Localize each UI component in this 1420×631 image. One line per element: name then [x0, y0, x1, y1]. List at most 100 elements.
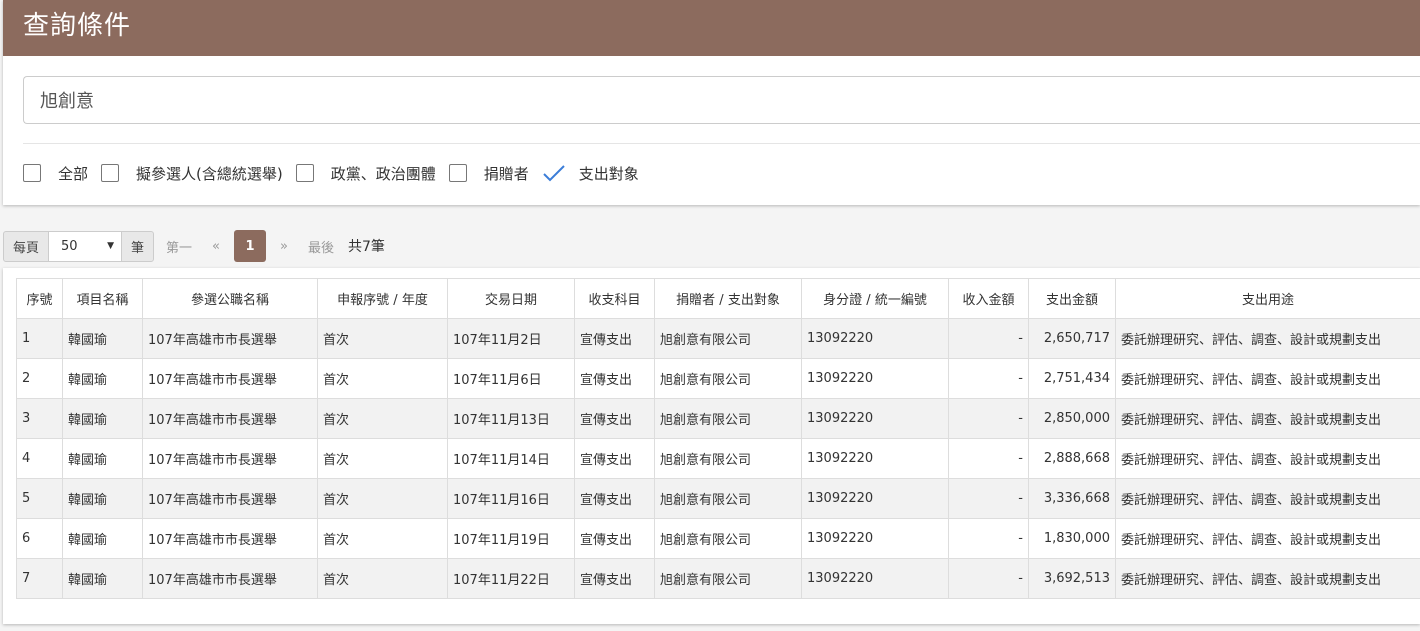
cell-purpose: 委託辦理研究、評估、調查、設計或規劃支出	[1115, 318, 1420, 359]
cell-expense: 2,650,717	[1028, 318, 1116, 359]
cell-report: 首次	[317, 438, 448, 479]
cell-income: -	[948, 398, 1029, 439]
cell-no: 6	[16, 518, 63, 559]
cell-id: 13092220	[801, 318, 949, 359]
col-header-no[interactable]: 序號	[16, 278, 63, 319]
filter-party[interactable]: 政黨、政治團體	[295, 163, 449, 184]
table-row: 4 韓國瑜 107年高雄市市長選舉 首次 107年11月14日 宣傳支出 旭創意有限公司 13…	[16, 438, 1420, 479]
cell-item: 韓國瑜	[62, 558, 143, 599]
cell-id: 13092220	[801, 558, 949, 599]
table-row: 1 韓國瑜 107年高雄市市長選舉 首次 107年11月2日 宣傳支出 旭創意有限公司 130…	[16, 318, 1420, 359]
cell-expense: 2,850,000	[1028, 398, 1116, 439]
cell-date: 107年11月6日	[447, 358, 575, 399]
checkbox-all[interactable]	[23, 164, 41, 182]
per-page-select[interactable]: 50 ▼	[49, 230, 122, 262]
checkbox-donor[interactable]	[448, 164, 467, 182]
checkbox-candidate[interactable]	[101, 164, 120, 182]
per-page-unit: 筆	[121, 230, 155, 262]
cell-report: 首次	[317, 358, 448, 399]
table-row: 2 韓國瑜 107年高雄市市長選舉 首次 107年11月6日 宣傳支出 旭創意有限公司 130…	[16, 358, 1420, 399]
cell-expense: 1,830,000	[1028, 518, 1116, 559]
checkbox-party[interactable]	[295, 164, 314, 182]
table-row: 6 韓國瑜 107年高雄市市長選舉 首次 107年11月19日 宣傳支出 旭創意有限公司 13…	[16, 518, 1420, 559]
col-header-subject[interactable]: 收支科目	[574, 278, 655, 319]
cell-subject: 宣傳支出	[574, 318, 655, 359]
cell-income: -	[948, 478, 1029, 519]
col-header-date[interactable]: 交易日期	[447, 278, 575, 319]
filter-expense-target[interactable]: 支出對象	[542, 163, 652, 184]
cell-purpose: 委託辦理研究、評估、調查、設計或規劃支出	[1115, 358, 1420, 399]
col-header-party[interactable]: 捐贈者 / 支出對象	[654, 278, 802, 319]
cell-subject: 宣傳支出	[574, 478, 655, 519]
cell-office: 107年高雄市市長選舉	[142, 358, 318, 399]
cell-report: 首次	[317, 398, 448, 439]
col-header-item[interactable]: 項目名稱	[62, 278, 143, 319]
cell-purpose: 委託辦理研究、評估、調查、設計或規劃支出	[1115, 558, 1420, 599]
col-header-expense[interactable]: 支出金額	[1028, 278, 1116, 319]
cell-purpose: 委託辦理研究、評估、調查、設計或規劃支出	[1115, 398, 1420, 439]
prev-page-link[interactable]: «	[202, 239, 230, 254]
query-panel-title: 查詢條件	[3, 0, 1420, 56]
cell-party: 旭創意有限公司	[654, 558, 802, 599]
checkmark-icon[interactable]	[542, 164, 566, 182]
cell-date: 107年11月19日	[447, 518, 575, 559]
cell-expense: 3,336,668	[1028, 478, 1116, 519]
per-page-label: 每頁	[3, 230, 50, 262]
cell-expense: 3,692,513	[1028, 558, 1116, 599]
next-page-link[interactable]: »	[270, 239, 298, 254]
cell-party: 旭創意有限公司	[654, 478, 802, 519]
search-input[interactable]	[23, 76, 1420, 124]
filter-expense-target-label: 支出對象	[578, 164, 639, 183]
per-page-value: 50	[61, 238, 78, 254]
cell-report: 首次	[317, 558, 448, 599]
total-count: 共7筆	[348, 239, 385, 255]
cell-date: 107年11月16日	[447, 478, 575, 519]
col-header-purpose[interactable]: 支出用途	[1115, 278, 1420, 319]
table-row: 7 韓國瑜 107年高雄市市長選舉 首次 107年11月22日 宣傳支出 旭創意有限公司 13…	[16, 558, 1420, 599]
cell-item: 韓國瑜	[62, 518, 143, 559]
cell-report: 首次	[317, 518, 448, 559]
filter-group: 全部 擬參選人(含總統選舉) 政黨、政治團體 捐贈者 支出對象	[23, 160, 652, 186]
cell-expense: 2,751,434	[1028, 358, 1116, 399]
cell-office: 107年高雄市市長選舉	[142, 438, 318, 479]
col-header-report[interactable]: 申報序號 / 年度	[317, 278, 448, 319]
cell-party: 旭創意有限公司	[654, 318, 802, 359]
filter-donor[interactable]: 捐贈者	[448, 163, 542, 184]
cell-date: 107年11月22日	[447, 558, 575, 599]
first-page-link[interactable]: 第一	[156, 237, 202, 256]
cell-item: 韓國瑜	[62, 438, 143, 479]
cell-party: 旭創意有限公司	[654, 438, 802, 479]
cell-purpose: 委託辦理研究、評估、調查、設計或規劃支出	[1115, 438, 1420, 479]
last-page-link[interactable]: 最後	[298, 237, 344, 256]
filter-all[interactable]: 全部	[23, 163, 101, 184]
table-row: 3 韓國瑜 107年高雄市市長選舉 首次 107年11月13日 宣傳支出 旭創意有限公司 13…	[16, 398, 1420, 439]
results-panel: 序號 項目名稱 參選公職名稱 申報序號 / 年度 交易日期 收支科目 捐贈者 /…	[3, 268, 1420, 624]
filter-donor-label: 捐贈者	[483, 164, 529, 183]
page-1-button[interactable]: 1	[234, 230, 267, 262]
cell-subject: 宣傳支出	[574, 358, 655, 399]
cell-no: 7	[16, 558, 63, 599]
cell-office: 107年高雄市市長選舉	[142, 478, 318, 519]
cell-id: 13092220	[801, 518, 949, 559]
pagination: 每頁 50 ▼ 筆 第一 « 1 » 最後 共7筆	[3, 230, 385, 262]
results-table: 序號 項目名稱 參選公職名稱 申報序號 / 年度 交易日期 收支科目 捐贈者 /…	[16, 278, 1420, 599]
cell-office: 107年高雄市市長選舉	[142, 518, 318, 559]
cell-purpose: 委託辦理研究、評估、調查、設計或規劃支出	[1115, 518, 1420, 559]
divider	[23, 143, 1420, 144]
cell-income: -	[948, 358, 1029, 399]
cell-subject: 宣傳支出	[574, 398, 655, 439]
cell-date: 107年11月14日	[447, 438, 575, 479]
col-header-id[interactable]: 身分證 / 統一編號	[801, 278, 949, 319]
cell-no: 5	[16, 478, 63, 519]
cell-party: 旭創意有限公司	[654, 398, 802, 439]
table-header-row: 序號 項目名稱 參選公職名稱 申報序號 / 年度 交易日期 收支科目 捐贈者 /…	[16, 278, 1420, 319]
cell-date: 107年11月13日	[447, 398, 575, 439]
cell-party: 旭創意有限公司	[654, 518, 802, 559]
col-header-income[interactable]: 收入金額	[948, 278, 1029, 319]
cell-no: 1	[16, 318, 63, 359]
filter-candidate[interactable]: 擬參選人(含總統選舉)	[101, 163, 296, 184]
cell-date: 107年11月2日	[447, 318, 575, 359]
cell-purpose: 委託辦理研究、評估、調查、設計或規劃支出	[1115, 478, 1420, 519]
cell-income: -	[948, 558, 1029, 599]
col-header-office[interactable]: 參選公職名稱	[142, 278, 318, 319]
